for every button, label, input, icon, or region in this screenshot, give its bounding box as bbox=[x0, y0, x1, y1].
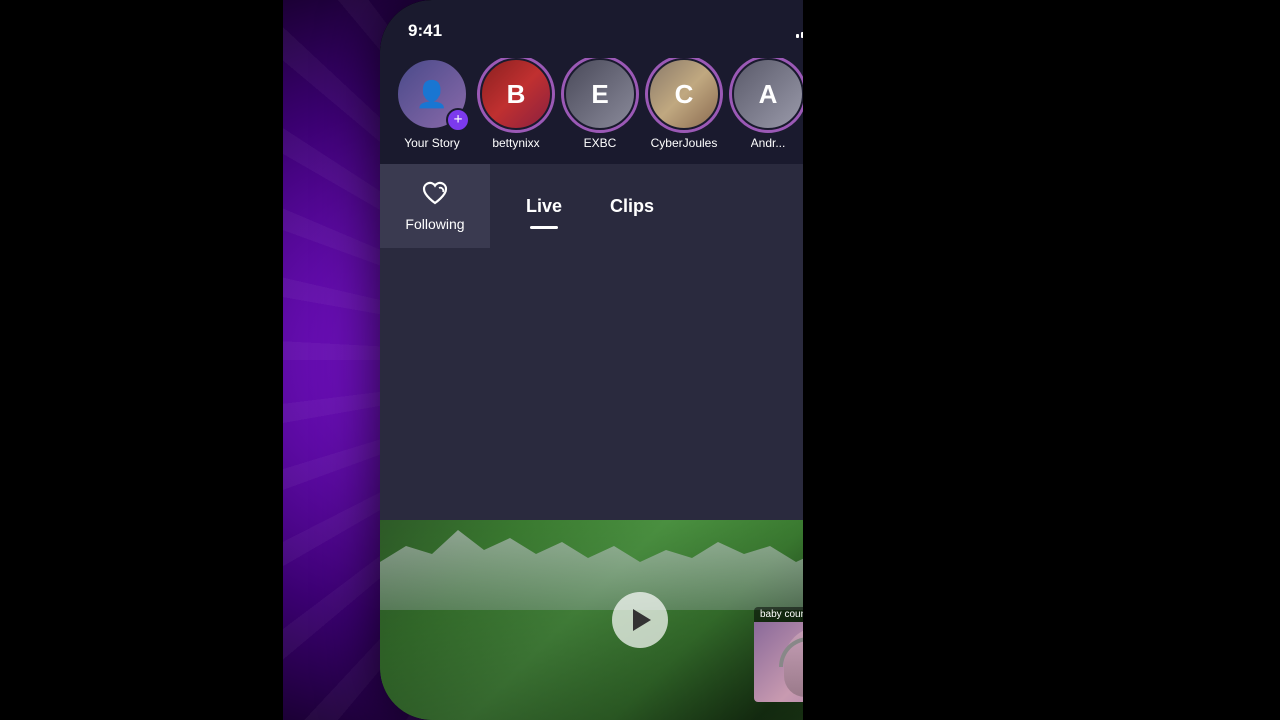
add-story-button[interactable]: + bbox=[446, 108, 470, 132]
story-item-andr[interactable]: A Andr... bbox=[732, 58, 804, 150]
story-avatar-wrap-exbc: E bbox=[564, 58, 636, 130]
story-name-exbc: EXBC bbox=[584, 136, 617, 150]
status-time: 9:41 bbox=[408, 21, 442, 41]
story-item-cyberjoules[interactable]: C CyberJoules bbox=[648, 58, 720, 150]
clips-tab-button[interactable]: Clips bbox=[586, 176, 678, 237]
story-ring-exbc bbox=[561, 58, 639, 133]
story-item-bettynixx[interactable]: B bettynixx bbox=[480, 58, 552, 150]
story-avatar-wrap-cyberjoules: C bbox=[648, 58, 720, 130]
right-bar bbox=[803, 0, 1280, 720]
left-bar bbox=[0, 0, 283, 720]
story-name-your-story: Your Story bbox=[404, 136, 460, 150]
following-heart-icon bbox=[421, 180, 449, 212]
story-name-cyberjoules: CyberJoules bbox=[651, 136, 718, 150]
story-item-your-story[interactable]: 👤 + Your Story bbox=[396, 58, 468, 150]
story-ring-bettynixx bbox=[477, 58, 555, 133]
following-tab[interactable]: Following bbox=[380, 164, 490, 248]
story-avatar-wrap-andr: A bbox=[732, 58, 804, 130]
story-avatar-wrap-your-story: 👤 + bbox=[396, 58, 468, 130]
play-button[interactable] bbox=[612, 592, 668, 648]
story-ring-andr bbox=[729, 58, 807, 133]
story-name-andr: Andr... bbox=[751, 136, 786, 150]
story-avatar-wrap-bettynixx: B bbox=[480, 58, 552, 130]
story-item-exbc[interactable]: E EXBC bbox=[564, 58, 636, 150]
live-tab-button[interactable]: Live bbox=[502, 176, 586, 237]
following-label: Following bbox=[405, 216, 464, 232]
story-name-bettynixx: bettynixx bbox=[492, 136, 539, 150]
signal-bar-1 bbox=[796, 34, 799, 38]
play-triangle-icon bbox=[633, 609, 651, 631]
story-ring-cyberjoules bbox=[645, 58, 723, 133]
